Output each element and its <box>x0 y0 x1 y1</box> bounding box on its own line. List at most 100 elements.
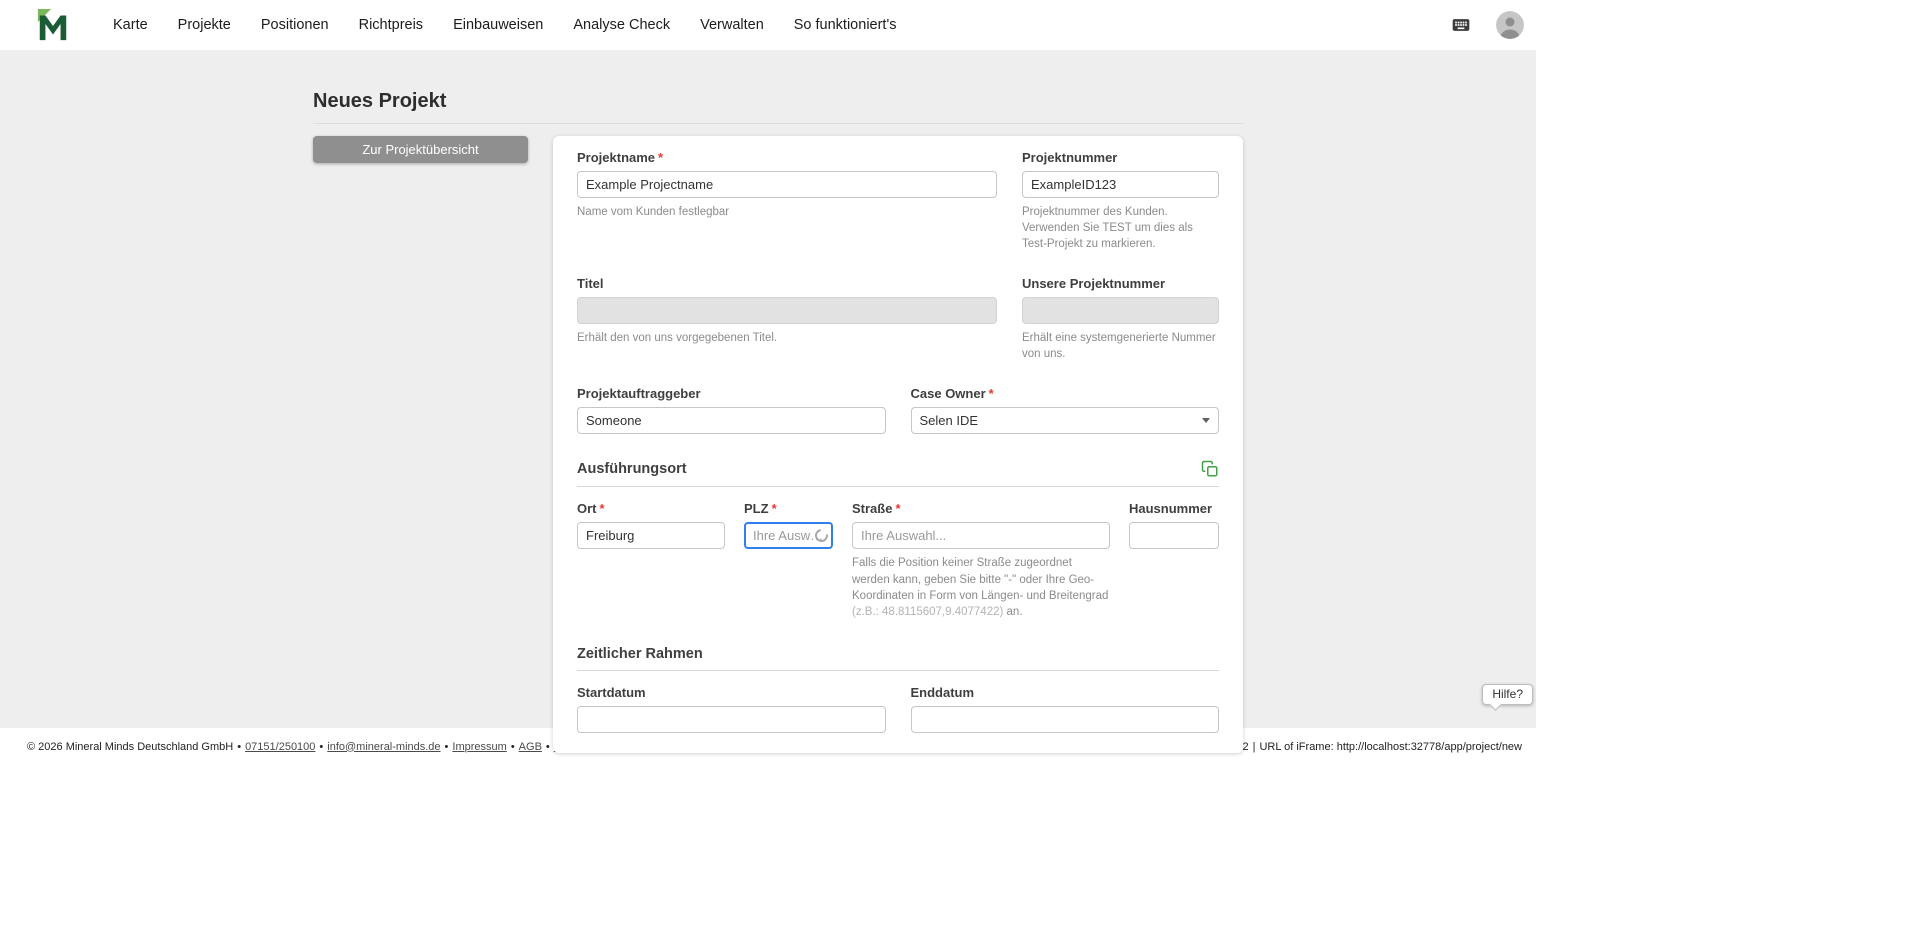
copy-icon <box>1201 461 1218 477</box>
label-text: Straße <box>852 501 893 517</box>
label-text: Ort <box>577 501 597 517</box>
strasse-helper-suffix: an. <box>1003 605 1023 618</box>
field-unsere-projektnummer: Unsere Projektnummer Erhält eine systemg… <box>1022 276 1219 362</box>
unsere-projektnummer-helper: Erhält eine systemgenerierte Nummer von … <box>1022 332 1216 361</box>
nav-item-verwalten[interactable]: Verwalten <box>700 17 764 33</box>
nav-item-einbauweisen[interactable]: Einbauweisen <box>453 17 543 33</box>
chevron-down-icon <box>1202 418 1210 424</box>
strasse-label: Straße * <box>852 501 1110 516</box>
app-window: Karte Projekte Positionen Richtpreis Ein… <box>0 0 1536 765</box>
projektname-helper: Name vom Kunden festlegbar <box>577 206 730 218</box>
plz-label: PLZ * <box>744 501 833 516</box>
required-asterisk: * <box>895 501 901 517</box>
plz-input-wrap <box>744 522 833 550</box>
page-header: Neues Projekt <box>313 90 1243 124</box>
label-text: Startdatum <box>577 684 646 700</box>
field-ort: Ort * <box>577 501 725 619</box>
startdatum-input[interactable] <box>577 705 886 733</box>
label-text: Enddatum <box>910 684 975 700</box>
footer-copyright: © 2026 Mineral Minds Deutschland GmbH <box>27 740 234 753</box>
help-label: Hilfe? <box>1492 687 1523 701</box>
required-asterisk: * <box>988 386 994 402</box>
nav-item-karte[interactable]: Karte <box>113 17 148 33</box>
field-case-owner: Case Owner * Selen IDE <box>910 386 1220 435</box>
user-avatar-icon[interactable] <box>1496 11 1524 39</box>
form-row-dates: Startdatum Enddatum <box>577 685 1219 733</box>
nav-item-projekte[interactable]: Projekte <box>178 17 231 33</box>
required-asterisk: * <box>599 501 605 517</box>
form-row-auftraggeber-owner: Projektauftraggeber Case Owner* Selen ID… <box>577 386 1220 435</box>
nav-item-positionen[interactable]: Positionen <box>261 17 329 33</box>
section-zeitlicher-rahmen: Zeitlicher Rahmen <box>577 646 1219 671</box>
mineral-minds-logo[interactable] <box>36 8 70 42</box>
required-asterisk: * <box>658 150 664 165</box>
field-projektnummer: Projektnummer Projektnummer des Kunden. … <box>1022 150 1219 252</box>
help-button[interactable]: Hilfe? <box>1482 684 1533 705</box>
iframe-url-info: URL of iFrame: http://localhost:32778/ap… <box>1259 740 1522 753</box>
field-enddatum: Enddatum <box>910 685 1220 733</box>
copy-address-button[interactable] <box>1201 460 1219 478</box>
case-owner-select[interactable]: Selen IDE <box>910 407 1219 435</box>
ort-label: Ort * <box>577 501 725 516</box>
label-text: Hausnummer <box>1129 501 1213 517</box>
titel-helper: Erhält den von uns vorgegebenen Titel. <box>577 332 778 345</box>
projektnummer-helper: Projektnummer des Kunden. Verwenden Sie … <box>1022 206 1193 251</box>
hausnummer-label: Hausnummer <box>1129 501 1219 516</box>
titel-input <box>577 297 997 325</box>
nav-item-analyse-check[interactable]: Analyse Check <box>573 17 670 33</box>
section-ausfuehrungsort-title: Ausführungsort <box>577 461 687 478</box>
field-titel: Titel Erhält den von uns vorgegebenen Ti… <box>577 276 997 362</box>
label-text: Projektnummer <box>1022 150 1118 165</box>
field-projektauftraggeber: Projektauftraggeber <box>577 386 886 435</box>
footer-separator: • <box>237 740 242 753</box>
field-strasse: Straße* Falls die Position keiner Straße… <box>852 501 1110 619</box>
left-column: Zur Projektübersicht <box>313 136 528 163</box>
enddatum-label: Enddatum <box>911 685 1220 700</box>
field-plz: PLZ * <box>744 501 833 619</box>
back-to-project-overview-button[interactable]: Zur Projektübersicht <box>313 136 528 163</box>
projektname-label: Projektname * <box>577 150 997 165</box>
projektname-input[interactable] <box>577 171 997 198</box>
nav-item-richtpreis[interactable]: Richtpreis <box>359 17 423 33</box>
field-hausnummer: Hausnummer <box>1129 501 1219 619</box>
case-owner-selected-value: Selen IDE <box>919 413 979 429</box>
titel-label: Titel <box>577 276 997 291</box>
label-text: Projektauftraggeber <box>577 386 701 402</box>
unsere-projektnummer-label: Unsere Projektnummer <box>1022 276 1219 291</box>
label-text: PLZ <box>744 501 769 517</box>
projektnummer-input[interactable] <box>1022 171 1219 198</box>
section-zeitlicher-rahmen-title: Zeitlicher Rahmen <box>577 645 703 662</box>
enddatum-input[interactable] <box>910 705 1219 733</box>
required-asterisk: * <box>771 501 777 517</box>
content-container: Neues Projekt Zur Projektübersicht Proje… <box>313 50 1243 753</box>
case-owner-label: Case Owner * <box>911 386 1220 401</box>
projektauftraggeber-input[interactable] <box>577 407 886 435</box>
footer-pipe: | <box>1252 740 1256 753</box>
ort-input[interactable] <box>577 522 725 550</box>
form-row-address: Ort* PLZ* Straße* <box>577 501 1219 619</box>
top-nav: Karte Projekte Positionen Richtpreis Ein… <box>0 0 1536 50</box>
projektauftraggeber-label: Projektauftraggeber <box>577 386 886 401</box>
page-title: Neues Projekt <box>313 90 447 112</box>
projektnummer-label: Projektnummer <box>1022 150 1219 165</box>
unsere-projektnummer-input <box>1022 297 1219 325</box>
footer-phone-link[interactable]: 07151/250100 <box>245 741 315 753</box>
field-projektname: Projektname* Name vom Kunden festlegbar <box>577 150 997 252</box>
strasse-helper-example: (z.B.: 48.8115607,9.4077422) <box>852 605 1004 618</box>
form-row-name-number: Projektname* Name vom Kunden festlegbar … <box>577 150 1219 252</box>
field-startdatum: Startdatum <box>577 685 886 733</box>
main-nav: Karte Projekte Positionen Richtpreis Ein… <box>113 17 896 33</box>
startdatum-label: Startdatum <box>577 685 886 700</box>
label-text: Case Owner <box>910 386 986 402</box>
section-ausfuehrungsort: Ausführungsort <box>577 460 1219 488</box>
label-text: Titel <box>577 276 604 292</box>
body-row: Zur Projektübersicht Projektname* Name v… <box>313 136 1243 753</box>
keyboard-icon[interactable] <box>1448 15 1474 35</box>
hausnummer-input[interactable] <box>1129 522 1219 550</box>
main-content: Neues Projekt Zur Projektübersicht Proje… <box>0 50 1536 753</box>
strasse-helper-main: Falls die Position keiner Straße zugeord… <box>852 557 1109 602</box>
label-text: Unsere Projektnummer <box>1022 276 1166 292</box>
form-row-titel-unsere-nummer: Titel Erhält den von uns vorgegebenen Ti… <box>577 276 1219 362</box>
strasse-input[interactable] <box>852 522 1110 550</box>
nav-item-so-funktionierts[interactable]: So funktioniert's <box>794 17 897 33</box>
